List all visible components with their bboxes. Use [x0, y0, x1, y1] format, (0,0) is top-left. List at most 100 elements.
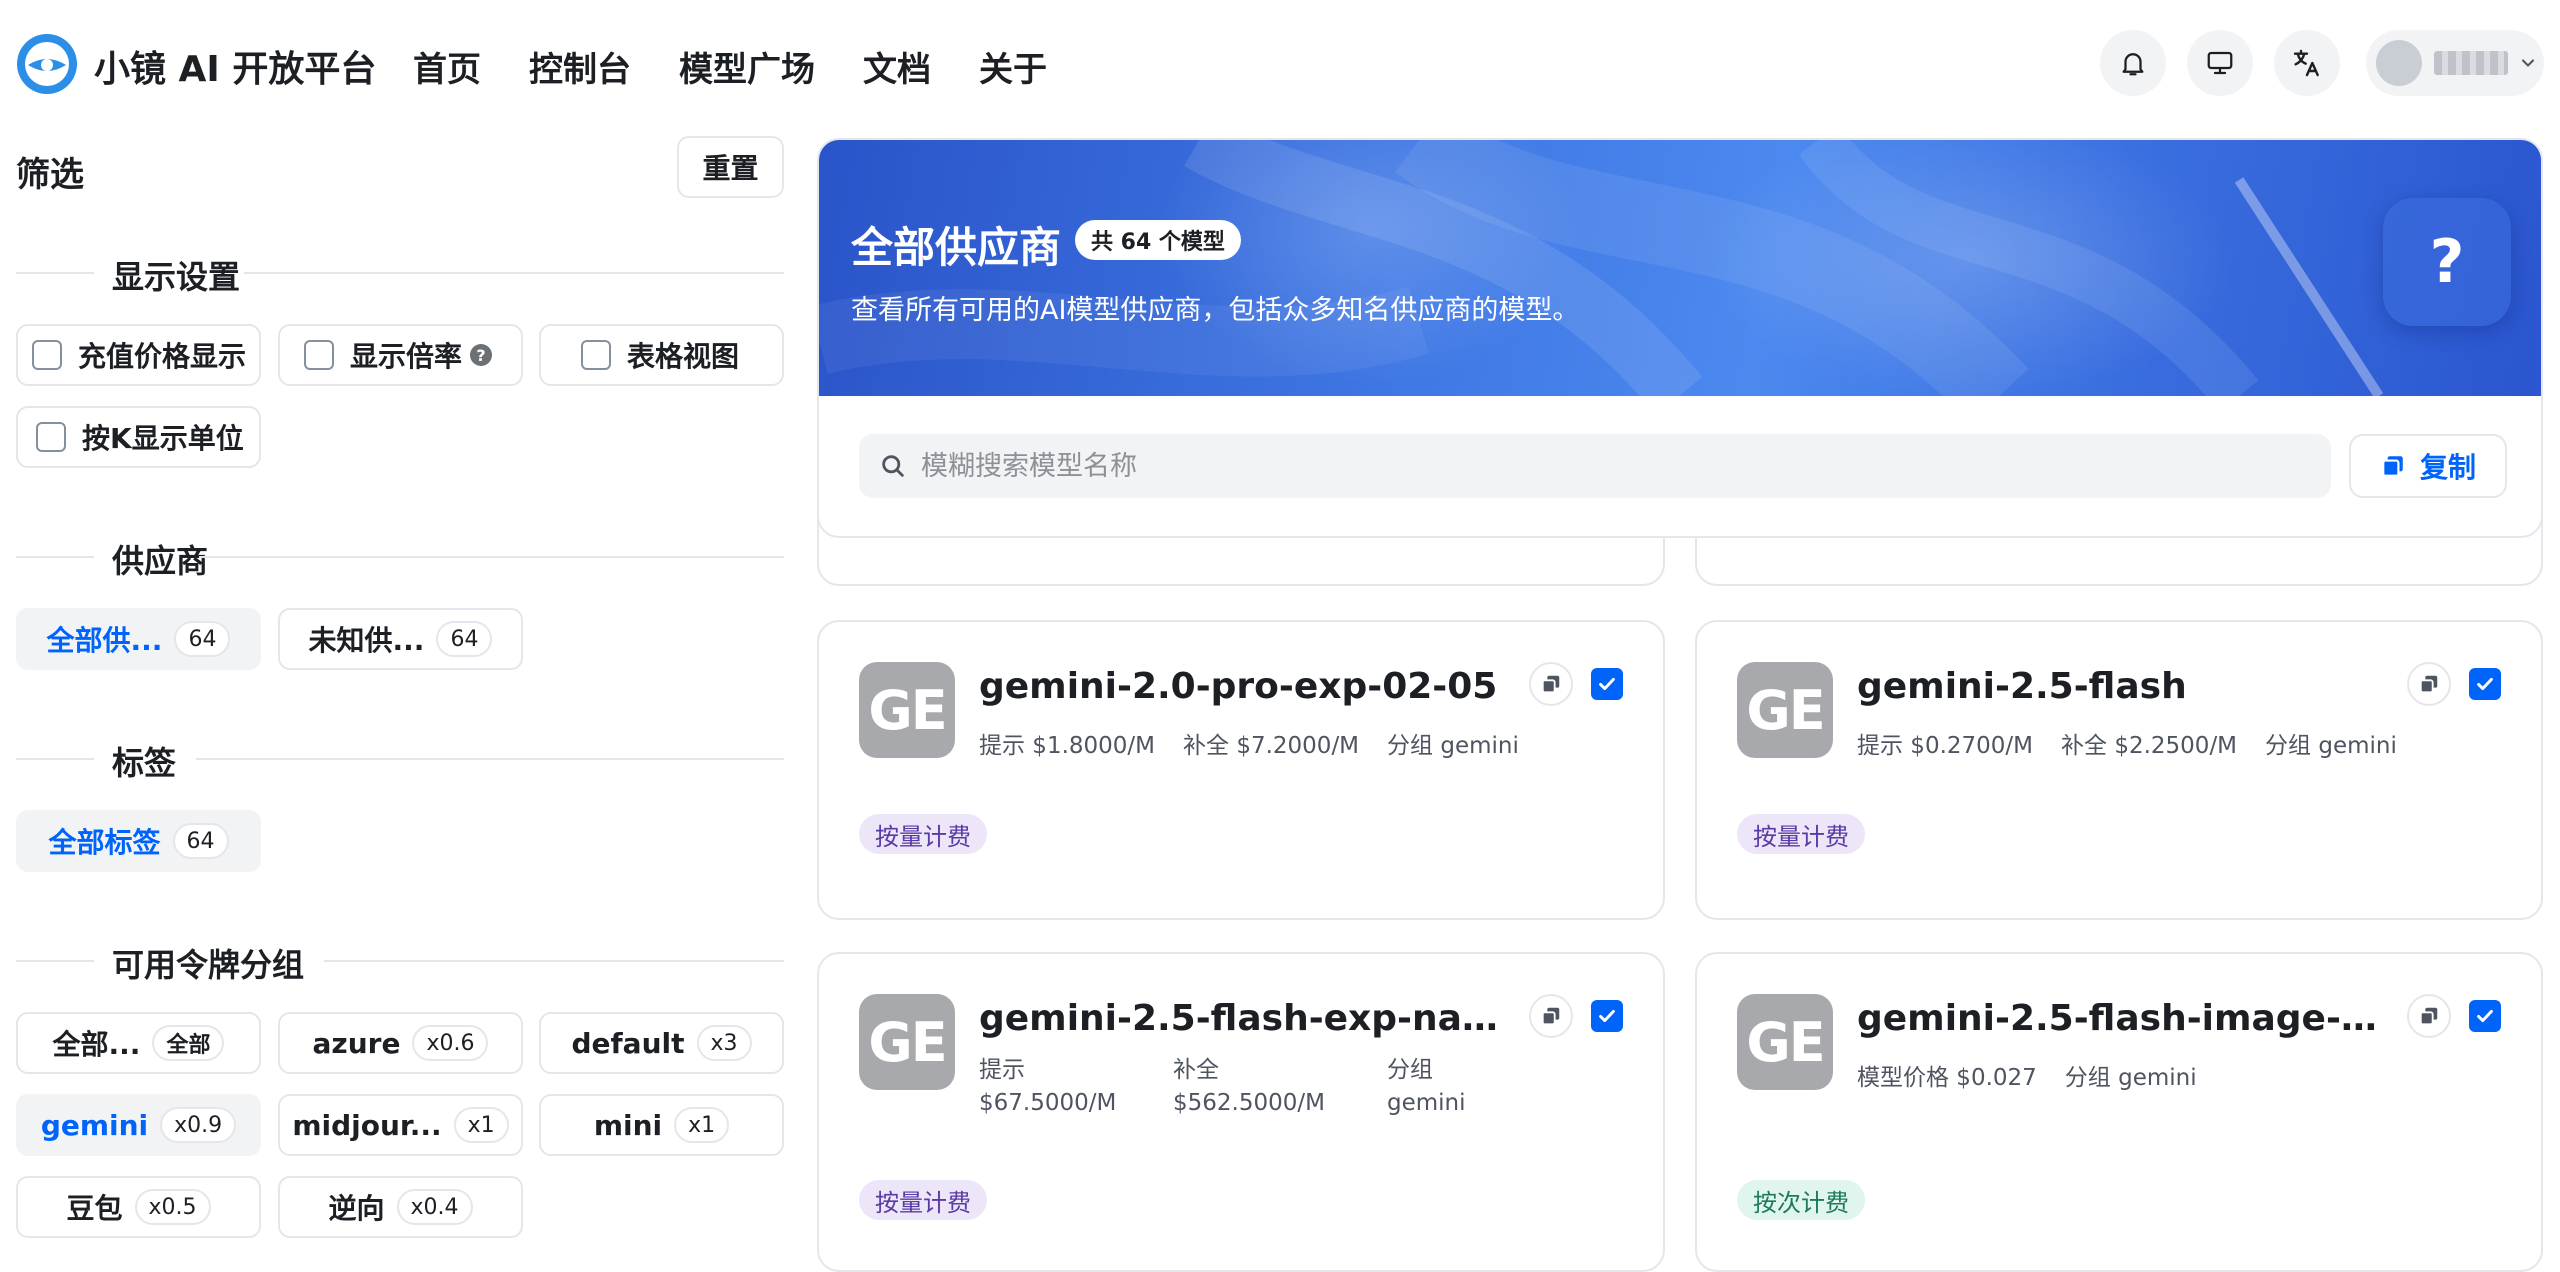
model-pricing: 模型价格 $0.027 分组 gemini — [1857, 1058, 2225, 1092]
option-table-view[interactable]: 表格视图 — [539, 324, 784, 386]
group-azure[interactable]: azure x0.6 — [278, 1012, 523, 1074]
price-value: $562.5000/M — [1173, 1090, 1325, 1116]
model-group: 分组 gemini — [1387, 1054, 1466, 1120]
nav-about[interactable]: 关于 — [979, 42, 1047, 91]
search-bar[interactable] — [859, 434, 2331, 498]
billing-tag: 按量计费 — [859, 814, 987, 854]
provider-label: 未知供... — [308, 624, 425, 657]
model-avatar: GE — [1737, 994, 1833, 1090]
providers-heading: 供应商 — [16, 536, 784, 580]
language-button[interactable] — [2274, 30, 2340, 96]
checkbox[interactable] — [581, 340, 611, 370]
check-icon — [1599, 677, 1615, 691]
brand-name[interactable]: 小镜 AI 开放平台 — [94, 40, 376, 92]
model-name: gemini-2.5-flash-exp-native-... — [979, 998, 1509, 1039]
select-checkbox[interactable] — [2469, 1000, 2501, 1032]
copy-icon — [1541, 675, 1560, 694]
group-gemini[interactable]: gemini x0.9 — [16, 1094, 261, 1156]
select-checkbox[interactable] — [2469, 668, 2501, 700]
copy-icon — [2419, 675, 2438, 694]
option-show-ratio[interactable]: 显示倍率 ? — [278, 324, 523, 386]
display-settings-heading: 显示设置 — [16, 252, 784, 296]
model-name: gemini-2.5-flash-image-prev... — [1857, 998, 2387, 1039]
ratio-badge: x1 — [453, 1107, 509, 1143]
ratio-badge: x0.6 — [412, 1025, 489, 1061]
username: 用户 — [2434, 51, 2508, 75]
count-badge: 64 — [436, 621, 493, 657]
group-label: 豆包 — [66, 1192, 123, 1225]
provider-all[interactable]: 全部供... 64 — [16, 608, 261, 670]
select-checkbox[interactable] — [1591, 1000, 1623, 1032]
provider-label: 全部供... — [46, 624, 163, 657]
billing-tag: 按量计费 — [859, 1180, 987, 1220]
count-badge: 64 — [174, 621, 231, 657]
logo-icon[interactable] — [14, 31, 80, 97]
model-avatar: GE — [859, 662, 955, 758]
model-card[interactable]: GE gemini-2.5-flash-image-prev... 模型价格 $… — [1695, 952, 2543, 1272]
help-button[interactable]: ? — [2383, 198, 2511, 326]
count-badge: 64 — [172, 823, 229, 859]
copy-icon — [2382, 456, 2403, 477]
copy-button[interactable]: 复制 — [2349, 434, 2507, 498]
nav-home[interactable]: 首页 — [413, 42, 481, 91]
top-header: 小镜 AI 开放平台 首页 控制台 模型广场 文档 关于 用户 — [0, 0, 2560, 130]
group-label: mini — [593, 1108, 663, 1142]
bell-icon — [2122, 53, 2144, 76]
model-card[interactable]: GE gemini-2.5-flash 提示 $0.2700/M 补全 $2.25… — [1695, 620, 2543, 920]
group-label: default — [571, 1026, 685, 1060]
hero-banner: 全部供应商 共 64 个模型 查看所有可用的AI模型供应商，包括众多知名供应商的… — [819, 140, 2541, 396]
group-label: 逆向 — [328, 1192, 385, 1225]
copy-model-button[interactable] — [2407, 662, 2451, 706]
option-k-unit[interactable]: 按K显示单位 — [16, 406, 261, 468]
check-icon — [2477, 1009, 2493, 1023]
tag-all[interactable]: 全部标签 64 — [16, 810, 261, 872]
question-icon[interactable]: ? — [470, 344, 493, 366]
checkbox[interactable] — [36, 422, 66, 452]
nav-console[interactable]: 控制台 — [529, 42, 631, 91]
ratio-badge: x0.9 — [160, 1107, 237, 1143]
group-doubao[interactable]: 豆包 x0.5 — [16, 1176, 261, 1238]
group-all[interactable]: 全部... 全部 — [16, 1012, 261, 1074]
section-title: 标签 — [112, 744, 177, 782]
select-checkbox[interactable] — [1591, 668, 1623, 700]
checkbox[interactable] — [32, 340, 62, 370]
option-recharge-price[interactable]: 充值价格显示 — [16, 324, 261, 386]
banner-decoration — [819, 140, 2384, 396]
group-mini[interactable]: mini x1 — [539, 1094, 784, 1156]
model-card[interactable]: GE gemini-2.0-pro-exp-02-05 提示 $1.8000/M… — [817, 620, 1665, 920]
model-group: 分组 gemini — [1387, 733, 1519, 759]
option-label: 充值价格显示 — [78, 340, 247, 373]
model-card[interactable]: GE gemini-2.5-flash-exp-native-... 提示 $6… — [817, 952, 1665, 1272]
copy-model-button[interactable] — [1529, 662, 1573, 706]
model-pricing: 提示 $1.8000/M 补全 $7.2000/M 分组 gemini — [979, 726, 1547, 760]
notification-button[interactable] — [2100, 30, 2166, 96]
nav-docs[interactable]: 文档 — [863, 42, 931, 91]
completion-price: 补全 $562.5000/M — [1173, 1054, 1387, 1120]
theme-button[interactable] — [2187, 30, 2253, 96]
group-midjourney[interactable]: midjour... x1 — [278, 1094, 523, 1156]
main-nav: 首页 控制台 模型广场 文档 关于 — [413, 42, 1095, 91]
nav-model-square[interactable]: 模型广场 — [679, 42, 815, 91]
reset-button[interactable]: 重置 — [677, 136, 784, 198]
price-value: $67.5000/M — [979, 1090, 1117, 1116]
model-count-badge: 共 64 个模型 — [1075, 220, 1241, 260]
completion-price: 补全 $2.2500/M — [2061, 733, 2238, 759]
group-label: 全部... — [52, 1028, 141, 1061]
group-reverse[interactable]: 逆向 x0.4 — [278, 1176, 523, 1238]
ratio-badge: 全部 — [152, 1025, 225, 1061]
search-input[interactable] — [921, 450, 2281, 482]
copy-icon — [2419, 1007, 2438, 1026]
checkbox[interactable] — [304, 340, 334, 370]
model-name: gemini-2.0-pro-exp-02-05 — [979, 666, 1498, 707]
provider-unknown[interactable]: 未知供... 64 — [278, 608, 523, 670]
avatar — [2376, 40, 2422, 86]
group-default[interactable]: default x3 — [539, 1012, 784, 1074]
user-menu[interactable]: 用户 — [2366, 30, 2544, 96]
copy-model-button[interactable] — [1529, 994, 1573, 1038]
section-title: 显示设置 — [112, 258, 241, 296]
copy-model-button[interactable] — [2407, 994, 2451, 1038]
completion-price: 补全 $7.2000/M — [1183, 733, 1360, 759]
tags-heading: 标签 — [16, 738, 784, 782]
monitor-icon — [2207, 51, 2233, 75]
prompt-price: 提示 $1.8000/M — [979, 733, 1156, 759]
